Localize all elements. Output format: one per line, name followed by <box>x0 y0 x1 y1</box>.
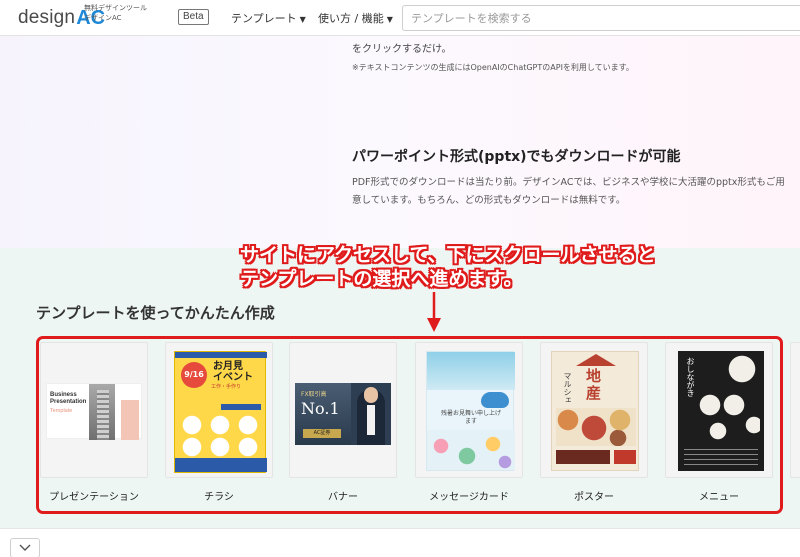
poster-big-text: 地 産 <box>586 367 602 402</box>
accent-block <box>121 400 139 440</box>
template-search-input[interactable] <box>402 5 800 31</box>
template-card-menu[interactable]: おしながき <box>665 342 773 478</box>
nav-howto-label: 使い方 / 機能 <box>318 12 384 25</box>
nav-templates[interactable]: テンプレート ▼ <box>231 10 306 26</box>
bottom-strip <box>0 528 800 557</box>
menu-text-lines <box>684 449 758 467</box>
nav-howto[interactable]: 使い方 / 機能 ▼ <box>318 10 393 26</box>
whale-icon <box>481 392 509 408</box>
template-card-partial[interactable] <box>790 342 800 478</box>
menu-thumbnail: おしながき <box>678 351 764 471</box>
card-label-flyer[interactable]: チラシ <box>156 488 282 503</box>
flyer-circles <box>180 414 262 458</box>
scroll-down-button[interactable] <box>10 538 40 557</box>
caret-down-icon: ▼ <box>299 15 306 24</box>
banner-thumbnail: FX取引高 No.1 AC証券 <box>295 383 391 445</box>
logo-subtitle: 無料デザインツール デザインAC <box>84 3 164 23</box>
card-label-banner[interactable]: バナー <box>280 488 406 503</box>
annotation-arrow-icon <box>427 292 441 332</box>
template-card-poster[interactable]: 地 産 マルシェ <box>540 342 648 478</box>
food-photos <box>556 408 636 446</box>
feature-description: PDF形式でのダウンロードは当たり前。デザインACでは、ビジネスや学校に大活躍の… <box>352 177 785 206</box>
banner-no1-text: No.1 <box>301 399 340 418</box>
poster-thumbnail: 地 産 マルシェ <box>551 351 639 471</box>
flyer-blue-bar <box>221 404 261 410</box>
flyer-topbar <box>175 352 267 358</box>
annotation-text: サイトにアクセスして、下にスクロールさせると テンプレートの選択へ進めます。 <box>240 243 656 291</box>
beta-badge: Beta <box>178 9 209 25</box>
flyer-thumbnail: 9/16 お月見 イベント 工作・手作り <box>174 351 267 473</box>
poster-info-bar <box>556 450 610 464</box>
message-text: 残暑お見舞い申し上げます <box>441 410 502 425</box>
logo-subtitle-line1: 無料デザインツール <box>84 4 147 12</box>
section-title: テンプレートを使ってかんたん作成 <box>36 304 275 322</box>
message-card-thumbnail: 残暑お見舞い申し上げます <box>426 351 515 471</box>
feature-prev-line: をクリックするだけ。 <box>352 44 452 55</box>
presentation-thumbnail: Business Presentation Template <box>46 383 142 440</box>
banner-fx-text: FX取引高 <box>301 391 327 398</box>
nav-templates-label: テンプレート <box>231 12 297 25</box>
businessman-shirt <box>367 405 375 435</box>
poster-small-text: マルシェ <box>563 372 572 404</box>
building-windows <box>97 390 109 440</box>
annotation-line1: サイトにアクセスして、下にスクロールさせると <box>240 244 656 266</box>
banner-button: AC証券 <box>303 429 341 438</box>
card-label-poster[interactable]: ポスター <box>531 488 657 503</box>
thumb-title: Business Presentation <box>50 392 87 405</box>
template-card-banner[interactable]: FX取引高 No.1 AC証券 <box>289 342 397 478</box>
template-card-message[interactable]: 残暑お見舞い申し上げます <box>415 342 523 478</box>
flyer-date: 9/16 <box>181 362 207 388</box>
businessman-face <box>364 387 378 403</box>
roof-shape <box>576 354 616 366</box>
menu-title: おしながき <box>686 357 695 397</box>
template-card-flyer[interactable]: 9/16 お月見 イベント 工作・手作り <box>165 342 273 478</box>
menu-plates <box>698 355 760 447</box>
top-header: design AC 無料デザインツール デザインAC Beta テンプレート ▼ … <box>0 0 800 36</box>
chevron-down-icon <box>19 544 31 551</box>
flowers-decoration <box>427 430 515 470</box>
feature-note: ※テキストコンテンツの生成にはOpenAIのChatGPTのAPIを利用していま… <box>352 63 634 72</box>
logo-word: design <box>18 7 76 28</box>
flyer-subtitle: 工作・手作り <box>211 384 242 390</box>
annotation-line2: テンプレートの選択へ進めます。 <box>240 268 523 290</box>
card-label-menu[interactable]: メニュー <box>656 488 782 503</box>
flyer-footer <box>175 458 267 472</box>
caret-down-icon: ▼ <box>386 15 393 24</box>
card-label-presentation[interactable]: プレゼンテーション <box>31 488 157 503</box>
thumb-subtitle: Template <box>50 408 73 414</box>
template-card-presentation[interactable]: Business Presentation Template <box>40 342 148 478</box>
flyer-title: お月見 イベント <box>213 361 253 383</box>
sea-wave <box>427 352 515 390</box>
poster-badge <box>614 450 636 464</box>
feature-title: パワーポイント形式(pptx)でもダウンロードが可能 <box>352 149 681 165</box>
logo-subtitle-line2: デザインAC <box>84 14 122 22</box>
feature-section: をクリックするだけ。 ※テキストコンテンツの生成にはOpenAIのChatGPT… <box>0 36 800 248</box>
card-label-message[interactable]: メッセージカード <box>406 488 532 503</box>
template-section: テンプレートを使ってかんたん作成 Business Presentation T… <box>0 248 800 557</box>
